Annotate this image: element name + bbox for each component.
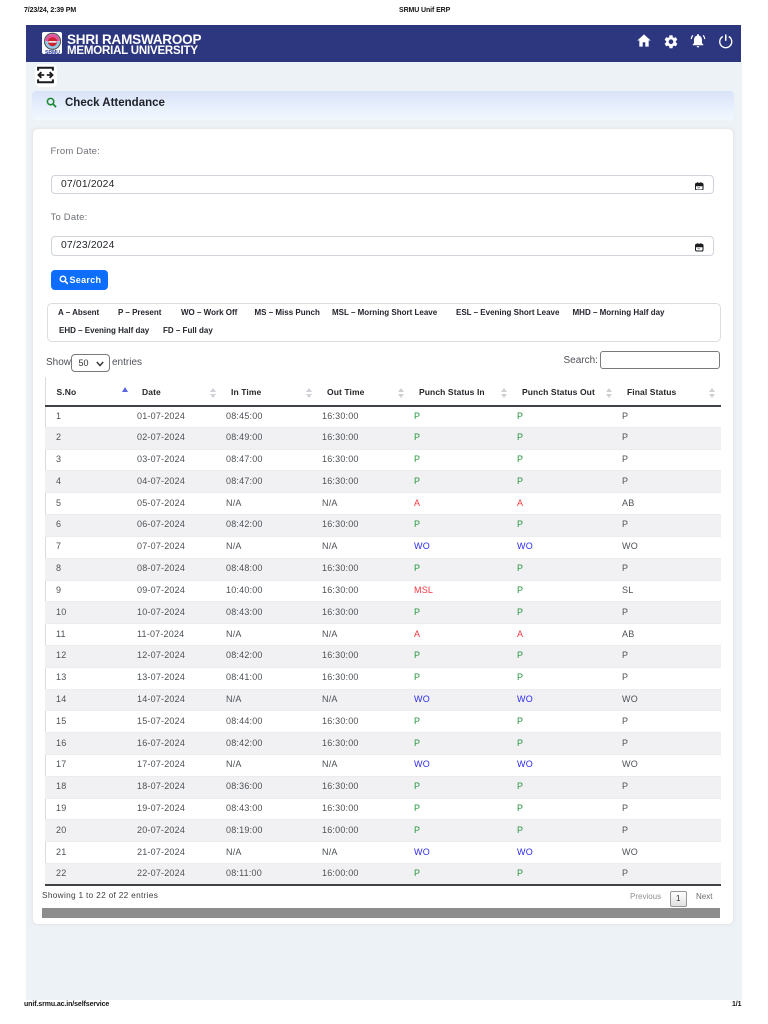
svg-text:SRMU: SRMU: [45, 50, 60, 55]
